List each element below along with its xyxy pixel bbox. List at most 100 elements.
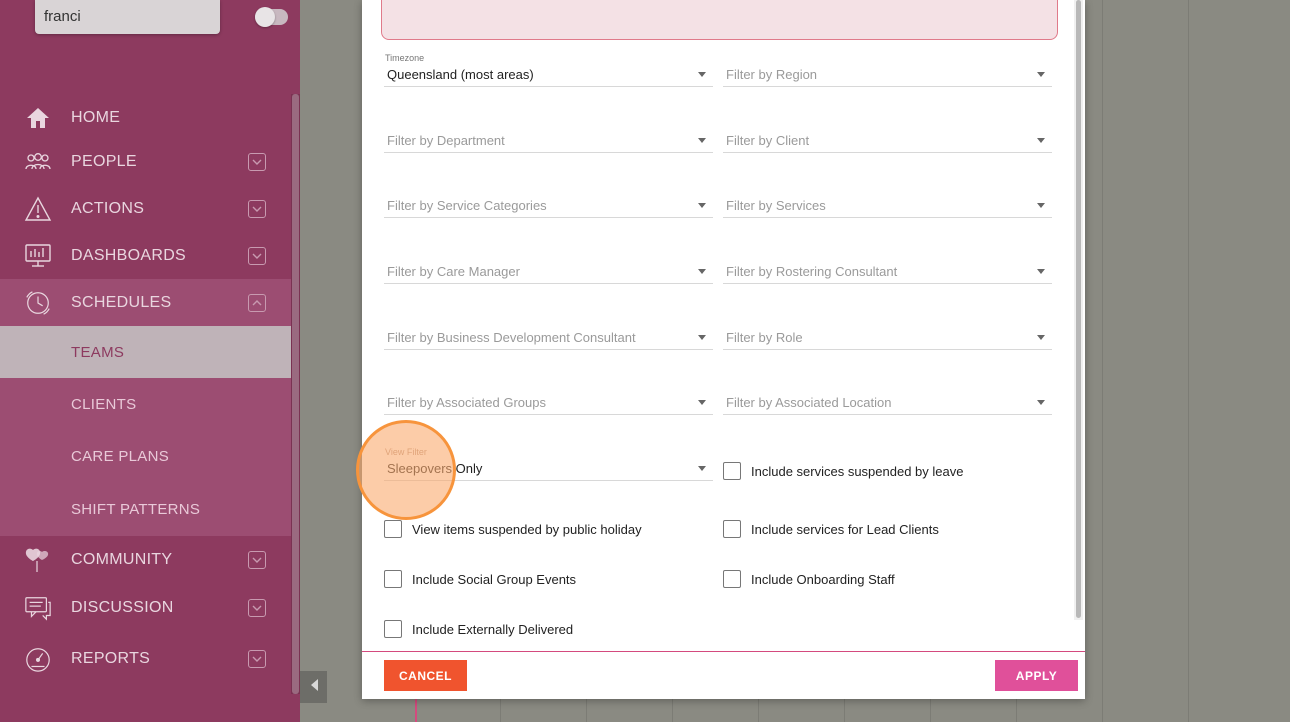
chevron-down-icon[interactable] [248,246,266,265]
lead-clients-checkbox[interactable]: Include services for Lead Clients [723,520,939,538]
checkbox-box[interactable] [384,620,402,638]
timezone-select[interactable]: Timezone Queensland (most areas) [384,53,713,87]
sidebar-item-label: REPORTS [71,649,151,667]
public-holiday-checkbox[interactable]: View items suspended by public holiday [384,520,642,538]
sidebar-subitem-shift-patterns[interactable]: SHIFT PATTERNS [0,482,291,536]
footer-divider [362,651,1085,652]
sidebar-toggle[interactable] [255,7,288,27]
sidebar-item-discussion[interactable]: DISCUSSION [0,584,291,631]
clock-icon [24,289,52,317]
gauge-icon [24,645,52,673]
people-icon [24,148,52,176]
checkbox-box[interactable] [723,462,741,480]
sidebar-subitem-label: CLIENTS [71,395,137,413]
modal-scroll-thumb[interactable] [1076,0,1081,618]
externally-delivered-checkbox[interactable]: Include Externally Delivered [384,620,573,638]
department-filter-placeholder: Filter by Department [387,133,505,148]
sidebar-scrollbar[interactable] [291,94,300,694]
checkbox-box[interactable] [384,520,402,538]
services-filter-placeholder: Filter by Services [726,198,826,213]
checkbox-label: View items suspended by public holiday [412,521,642,537]
associated-location-filter-select[interactable]: Filter by Associated Location [723,381,1052,415]
dropdown-arrow-icon [698,269,706,274]
sidebar-subitem-clients[interactable]: CLIENTS [0,378,291,430]
associated-groups-filter-select[interactable]: Filter by Associated Groups [384,381,713,415]
department-filter-select[interactable]: Filter by Department [384,119,713,153]
sidebar-subitem-teams[interactable]: TEAMS [0,326,291,378]
error-message-box [381,0,1058,40]
region-filter-select[interactable]: Filter by Region [723,53,1052,87]
dropdown-arrow-icon [698,138,706,143]
collapse-sidebar-button[interactable] [300,671,327,703]
sidebar-subitem-care-plans[interactable]: CARE PLANS [0,430,291,482]
sidebar-scroll-thumb[interactable] [292,94,299,694]
associated-location-filter-placeholder: Filter by Associated Location [726,395,892,410]
sidebar-item-actions[interactable]: ACTIONS [0,185,291,232]
checkbox-label: Include Externally Delivered [412,621,574,637]
checkbox-label: Include Onboarding Staff [751,571,895,587]
region-filter-placeholder: Filter by Region [726,67,818,82]
sidebar-item-schedules[interactable]: SCHEDULES [0,279,291,326]
client-filter-select[interactable]: Filter by Client [723,119,1052,153]
dropdown-arrow-icon [698,335,706,340]
sidebar-item-dashboards[interactable]: DASHBOARDS [0,232,291,279]
checkbox-label: Include services suspended by leave [751,463,964,479]
chevron-down-icon[interactable] [248,152,266,171]
checkbox-box[interactable] [384,570,402,588]
dropdown-arrow-icon [1037,72,1045,77]
schedule-marker [415,699,417,722]
bdc-filter-placeholder: Filter by Business Development Consultan… [387,330,636,345]
chevron-down-icon[interactable] [248,199,266,218]
apply-button[interactable]: APPLY [995,660,1078,691]
checkbox-box[interactable] [723,570,741,588]
sidebar-item-reports[interactable]: REPORTS [0,635,291,682]
dropdown-arrow-icon [1037,138,1045,143]
care-manager-filter-placeholder: Filter by Care Manager [387,264,520,279]
warning-icon [24,195,52,223]
suspended-by-leave-checkbox[interactable]: Include services suspended by leave [723,462,963,480]
dropdown-arrow-icon [698,400,706,405]
rostering-consultant-filter-select[interactable]: Filter by Rostering Consultant [723,250,1052,284]
view-filter-value: Sleepovers Only [387,461,483,476]
chevron-down-icon[interactable] [248,598,266,617]
sidebar-item-label: DASHBOARDS [71,246,187,264]
chevron-up-icon[interactable] [248,293,266,312]
modal-scrollbar[interactable] [1074,0,1083,620]
cancel-button[interactable]: CANCEL [384,660,467,691]
sidebar-subitem-label: SHIFT PATTERNS [71,500,201,518]
sidebar-item-home[interactable]: HOME [0,94,291,141]
sidebar-item-label: HOME [71,108,121,126]
onboarding-staff-checkbox[interactable]: Include Onboarding Staff [723,570,895,588]
service-categories-filter-placeholder: Filter by Service Categories [387,198,547,213]
grid-line [1102,0,1103,722]
chat-icon [24,594,52,622]
sidebar-item-community[interactable]: COMMUNITY [0,536,291,583]
client-filter-placeholder: Filter by Client [726,133,810,148]
checkbox-label: Include Social Group Events [412,571,577,587]
view-filter-select[interactable]: View Filter Sleepovers Only [384,447,713,481]
sidebar-item-label: COMMUNITY [71,550,173,568]
dashboard-icon [24,242,52,270]
search-input[interactable]: franci [35,0,220,34]
sidebar-item-people[interactable]: PEOPLE [0,138,291,185]
bdc-filter-select[interactable]: Filter by Business Development Consultan… [384,316,713,350]
sidebar-subitem-label: CARE PLANS [71,447,170,465]
sidebar-item-label: ACTIONS [71,199,145,217]
service-categories-filter-select[interactable]: Filter by Service Categories [384,184,713,218]
hearts-icon [24,546,52,574]
chevron-down-icon[interactable] [248,550,266,569]
grid-line [1188,0,1189,722]
associated-groups-filter-placeholder: Filter by Associated Groups [387,395,546,410]
services-filter-select[interactable]: Filter by Services [723,184,1052,218]
chevron-down-icon[interactable] [248,649,266,668]
social-group-checkbox[interactable]: Include Social Group Events [384,570,576,588]
checkbox-box[interactable] [723,520,741,538]
dropdown-arrow-icon [1037,269,1045,274]
role-filter-select[interactable]: Filter by Role [723,316,1052,350]
dropdown-arrow-icon [698,466,706,471]
checkbox-label: Include services for Lead Clients [751,521,939,537]
care-manager-filter-select[interactable]: Filter by Care Manager [384,250,713,284]
sidebar-subitem-label: TEAMS [71,343,125,361]
filter-dialog: Timezone Queensland (most areas) Filter … [362,0,1085,699]
timezone-value: Queensland (most areas) [387,67,534,82]
